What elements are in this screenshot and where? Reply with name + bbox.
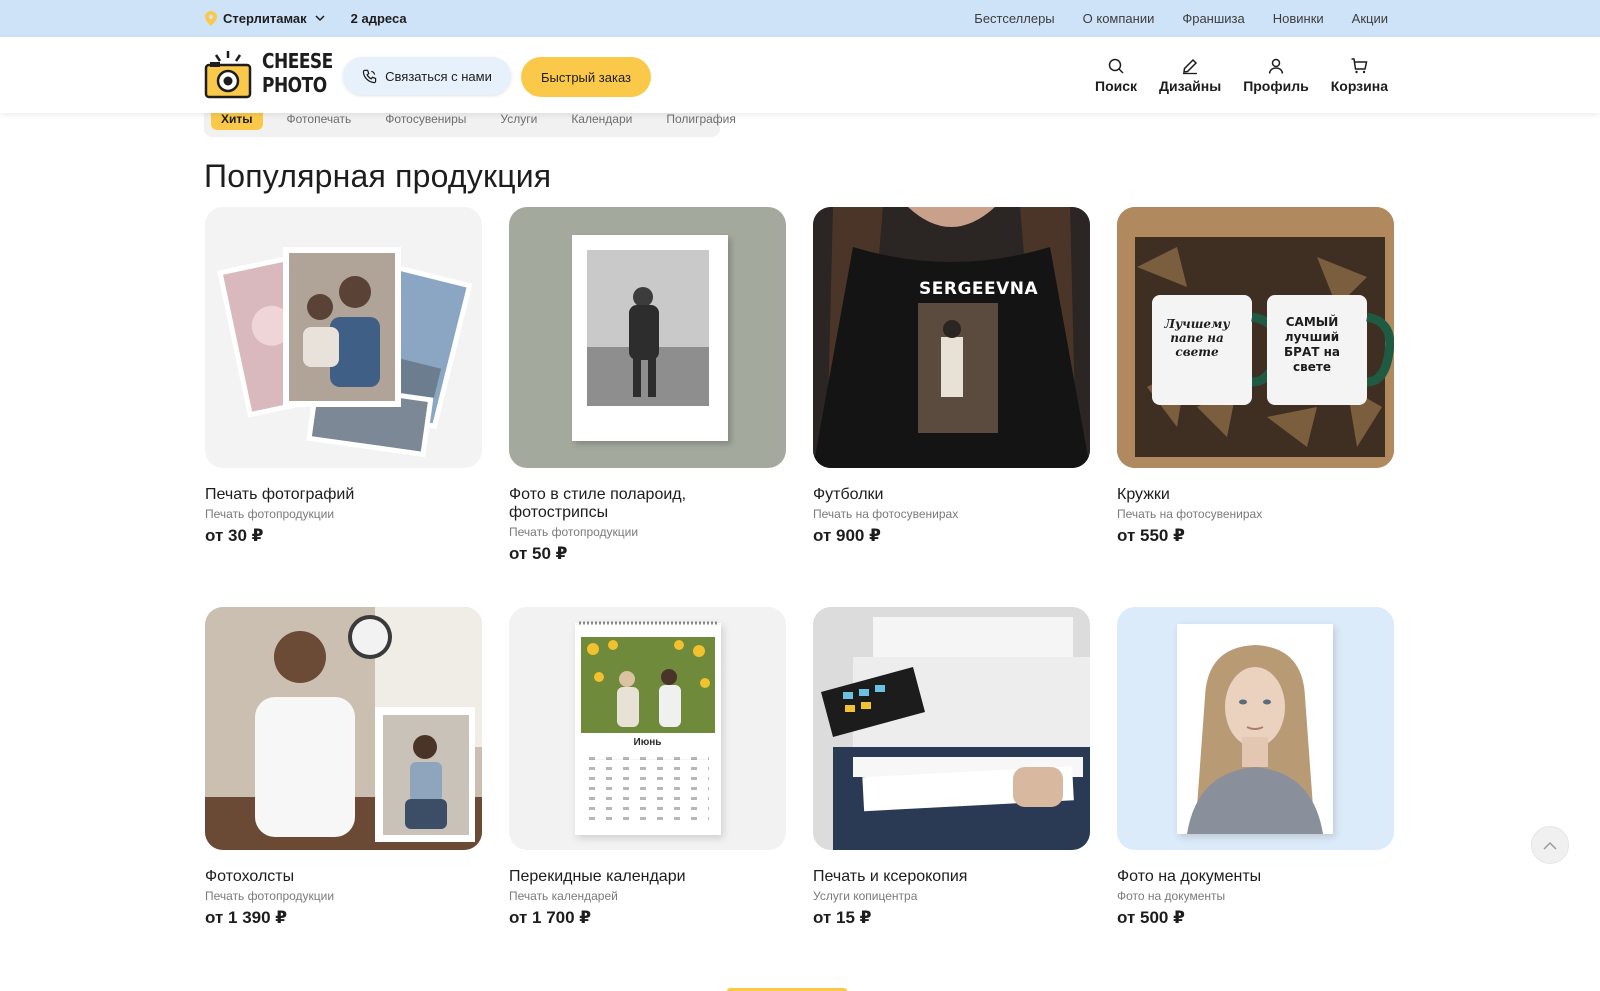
page: Стерлитамак 2 адреса Бестселлеры О компа… xyxy=(0,0,1600,991)
contact-us-label: Связаться с нами xyxy=(385,68,492,84)
nav-bestsellers[interactable]: Бестселлеры xyxy=(974,11,1054,26)
product-card[interactable]: Печать фотографий Печать фотопродукции о… xyxy=(205,207,482,546)
product-price: от 500 ₽ xyxy=(1117,908,1185,927)
product-subtitle: Печать фотопродукции xyxy=(205,889,335,903)
product-subtitle: Печать фотопродукции xyxy=(509,525,639,539)
product-image-calendars: Июнь xyxy=(509,607,786,850)
product-card[interactable]: Фотохолсты Печать фотопродукции от 1 390… xyxy=(205,607,482,928)
mug-1-text: Лучшему папе на свете xyxy=(1164,317,1230,359)
product-image-canvas xyxy=(205,607,482,850)
nav-franchise[interactable]: Франшиза xyxy=(1182,11,1244,26)
product-subtitle: Печать на фотосувенирах xyxy=(813,507,959,521)
product-price: от 550 ₽ xyxy=(1117,526,1185,545)
cart-button[interactable]: Корзина xyxy=(1331,57,1388,94)
quick-order-button[interactable]: Быстрый заказ xyxy=(521,57,651,97)
product-price: от 1 390 ₽ xyxy=(205,908,288,927)
product-card[interactable]: Фото в стиле полароид, фотострипсы Печат… xyxy=(509,207,786,564)
product-card[interactable]: Июнь Перекидные календари Печать календа… xyxy=(509,607,786,928)
camera-logo-icon xyxy=(204,51,252,99)
product-image-tshirts: SERGEEVNA xyxy=(813,207,1090,468)
addresses-link[interactable]: 2 адреса xyxy=(351,11,407,26)
product-image-mugs: Лучшему папе на свете САМЫЙ лучший БРАТ … xyxy=(1117,207,1394,468)
product-name: Фото на документы xyxy=(1117,868,1262,885)
logo-line-2: PHOTO xyxy=(262,74,327,98)
user-icon xyxy=(1268,58,1284,74)
product-price: от 30 ₽ xyxy=(205,526,264,545)
cart-label: Корзина xyxy=(1330,78,1388,94)
calendar-month: Июнь xyxy=(633,737,662,748)
product-subtitle: Печать фотопродукции xyxy=(205,507,335,521)
product-image-polaroid xyxy=(509,207,786,468)
product-image-photo-print xyxy=(205,207,482,468)
city-name: Стерлитамак xyxy=(223,11,307,26)
product-price: от 1 700 ₽ xyxy=(509,908,592,927)
chevron-up-icon xyxy=(1543,841,1557,850)
search-icon xyxy=(1108,58,1124,74)
cart-icon xyxy=(1351,58,1368,74)
contact-us-button[interactable]: Связаться с нами xyxy=(343,57,511,95)
designs-label: Дизайны xyxy=(1159,78,1222,94)
product-name: Футболки xyxy=(813,486,884,503)
logo-text: CHEESE PHOTO xyxy=(262,50,333,98)
product-price: от 900 ₽ xyxy=(813,526,881,545)
header: CHEESE PHOTO Связаться с нами Быстрый за… xyxy=(0,37,1600,113)
product-subtitle: Фото на документы xyxy=(1117,889,1226,903)
search-button[interactable]: Поиск xyxy=(1095,57,1137,94)
profile-label: Профиль xyxy=(1243,78,1309,94)
top-bar: Стерлитамак 2 адреса Бестселлеры О компа… xyxy=(0,0,1600,37)
product-name: Фото в стиле полароид, фотострипсы xyxy=(509,486,687,521)
nav-new[interactable]: Новинки xyxy=(1273,11,1324,26)
tshirt-print-text: SERGEEVNA xyxy=(919,279,1039,299)
calendar-day-grid xyxy=(589,757,709,827)
nav-about[interactable]: О компании xyxy=(1083,11,1155,26)
product-price: от 15 ₽ xyxy=(813,908,872,927)
pencil-icon xyxy=(1183,58,1198,75)
product-subtitle: Печать на фотосувенирах xyxy=(1117,507,1263,521)
top-nav: Бестселлеры О компании Франшиза Новинки … xyxy=(974,11,1388,26)
product-name: Кружки xyxy=(1117,486,1170,503)
chevron-down-icon xyxy=(315,15,325,22)
logo-line-1: CHEESE xyxy=(262,50,333,74)
product-name: Фотохолсты xyxy=(205,868,295,885)
designs-button[interactable]: Дизайны xyxy=(1159,57,1221,94)
search-label: Поиск xyxy=(1095,78,1138,94)
section-title: Популярная продукция xyxy=(204,158,552,194)
product-subtitle: Услуги копицентра xyxy=(813,889,918,903)
product-name: Печать фотографий xyxy=(205,486,355,503)
product-price: от 50 ₽ xyxy=(509,544,568,563)
scroll-to-top-button[interactable] xyxy=(1531,826,1569,864)
product-card[interactable]: Фото на документы Фото на документы от 5… xyxy=(1117,607,1394,928)
product-name: Перекидные календари xyxy=(509,868,686,885)
nav-promotions[interactable]: Акции xyxy=(1352,11,1388,26)
city-selector[interactable]: Стерлитамак xyxy=(205,11,325,26)
location-pin-icon xyxy=(205,11,217,26)
logo[interactable]: CHEESE PHOTO xyxy=(204,49,333,99)
product-card[interactable]: Печать и ксерокопия Услуги копицентра от… xyxy=(813,607,1090,928)
product-image-copy-center xyxy=(813,607,1090,850)
header-actions: Поиск Дизайны Профиль Корзина xyxy=(1095,57,1388,94)
product-subtitle: Печать календарей xyxy=(509,889,618,903)
product-card[interactable]: SERGEEVNA Футболки Печать на фотосувенир… xyxy=(813,207,1090,546)
phone-icon xyxy=(362,69,377,83)
mug-2-text: САМЫЙ лучший БРАТ на свете xyxy=(1284,315,1340,374)
product-card[interactable]: Лучшему папе на свете САМЫЙ лучший БРАТ … xyxy=(1117,207,1394,546)
product-image-document-photo xyxy=(1117,607,1394,850)
profile-button[interactable]: Профиль xyxy=(1243,57,1309,94)
product-name: Печать и ксерокопия xyxy=(813,868,968,885)
